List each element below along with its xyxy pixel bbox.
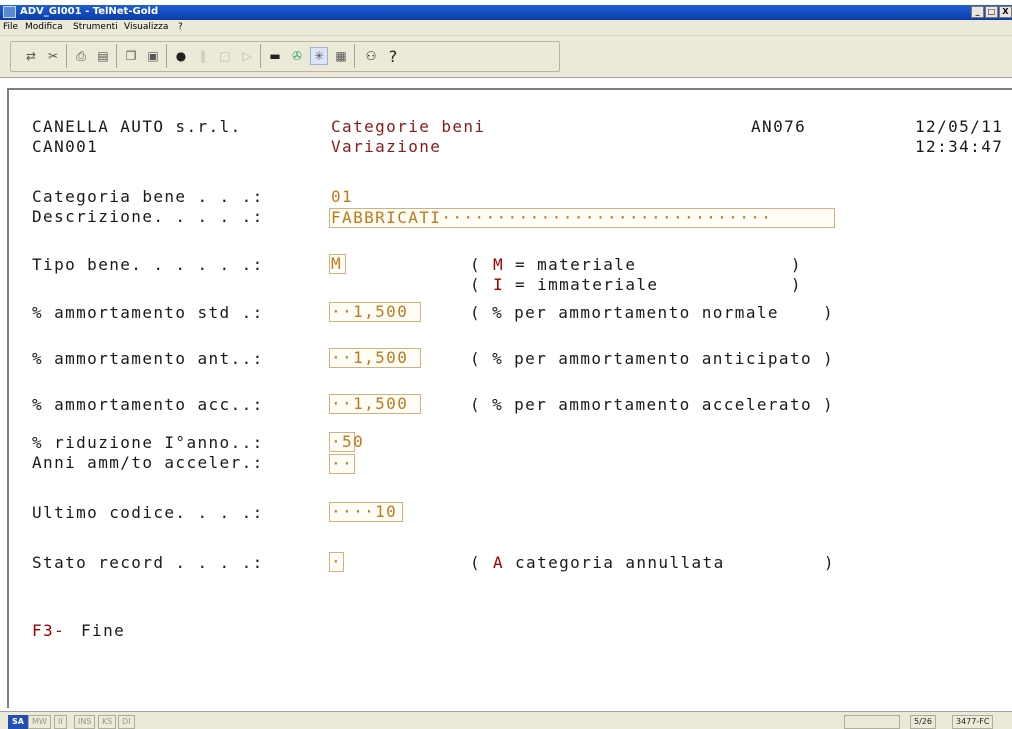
status-sa: SA <box>8 715 28 729</box>
disconnect-icon[interactable]: ✂ <box>44 47 62 65</box>
toolbar-separator <box>354 44 355 68</box>
connect-icon[interactable]: ⇄ <box>22 47 40 65</box>
close-button[interactable]: X <box>999 6 1012 18</box>
tipo-field[interactable]: M <box>329 254 346 274</box>
acc-label: % ammortamento acc..: <box>32 395 264 414</box>
pause-icon[interactable]: ‖ <box>194 47 212 65</box>
ant-hint: ( % per ammortamento anticipato ) <box>470 349 835 368</box>
anni-label: Anni amm/to acceler.: <box>32 453 264 472</box>
toolbar-separator <box>260 44 261 68</box>
maximize-button[interactable]: □ <box>985 6 998 18</box>
app-icon <box>3 6 16 18</box>
ultimo-label: Ultimo codice. . . .: <box>32 503 264 522</box>
company-name: CANELLA AUTO s.r.l. <box>32 117 242 136</box>
tipo-hint2-text: = immateriale ) <box>515 275 802 294</box>
tipo-label: Tipo bene. . . . . .: <box>32 255 264 274</box>
riduzione-label: % riduzione I°anno..: <box>32 433 264 452</box>
f3-label: Fine <box>81 621 126 640</box>
stato-hint-open: ( <box>470 553 482 572</box>
toolbar-separator <box>116 44 117 68</box>
properties-icon[interactable]: ▤ <box>94 47 112 65</box>
user-code: CAN001 <box>32 137 99 156</box>
status-blank <box>844 715 900 729</box>
screen-icon[interactable]: ▬ <box>266 47 284 65</box>
status-ii: II <box>54 715 67 729</box>
categoria-label: Categoria bene . . .: <box>32 187 264 206</box>
std-label: % ammortamento std .: <box>32 303 264 322</box>
screen-title: Categorie beni <box>331 117 486 136</box>
stato-hint-key: A <box>493 553 505 572</box>
acc-field[interactable]: ··1,500 <box>329 394 421 414</box>
ultimo-field[interactable]: ····10 <box>329 502 403 522</box>
play-icon[interactable]: ▷ <box>238 47 256 65</box>
anni-field[interactable]: ·· <box>329 454 355 474</box>
users-icon[interactable]: ⚇ <box>362 47 380 65</box>
stato-label: Stato record . . . .: <box>32 553 264 572</box>
status-mw: MW <box>28 715 51 729</box>
keyboard-icon[interactable]: ▦ <box>332 47 350 65</box>
record-icon[interactable]: ● <box>172 47 190 65</box>
menu-visualizza[interactable]: Visualizza <box>124 22 168 32</box>
window-title: ADV_GI001 - TelNet-Gold <box>20 6 159 17</box>
menu-bar: File Modifica Strumenti Visualizza ? <box>0 20 1012 36</box>
tipo-hint1-text: = materiale ) <box>515 255 802 274</box>
menu-modifica[interactable]: Modifica <box>25 22 63 32</box>
status-page: 5/26 <box>910 715 936 729</box>
screen-mode: Variazione <box>331 137 442 156</box>
tipo-hint1-key: M <box>493 255 505 274</box>
status-code: 3477-FC <box>952 715 994 729</box>
status-ks: KS <box>98 715 117 729</box>
ant-field[interactable]: ··1,500 <box>329 348 421 368</box>
descrizione-field[interactable]: FABBRICATI······························ <box>329 208 835 228</box>
paste-icon[interactable]: ▣ <box>144 47 162 65</box>
categoria-value: 01 <box>331 187 354 206</box>
minimize-button[interactable]: _ <box>971 6 984 18</box>
toolbar: ⇄ ✂ ⎙ ▤ ❐ ▣ ● ‖ □ ▷ ▬ ✇ ✳ ▦ ⚇ ? <box>0 36 1012 78</box>
std-field[interactable]: ··1,500 <box>329 302 421 322</box>
print-icon[interactable]: ⎙ <box>72 47 90 65</box>
toolbar-separator <box>166 44 167 68</box>
stato-field[interactable]: · <box>329 552 344 572</box>
stop-icon[interactable]: □ <box>216 47 234 65</box>
f3-key[interactable]: F3- <box>32 622 65 640</box>
program-code: AN076 <box>751 117 807 136</box>
help-icon[interactable]: ? <box>384 47 402 66</box>
title-bar[interactable]: ADV_GI001 - TelNet-Gold _ □ X <box>0 5 1012 20</box>
std-hint: ( % per ammortamento normale ) <box>470 303 835 322</box>
status-bar: SA MW II INS KS DI 5/26 3477-FC <box>0 711 1012 729</box>
stato-hint-text: categoria annullata ) <box>515 553 835 572</box>
star-icon[interactable]: ✳ <box>310 47 328 65</box>
tipo-hint1-open: ( <box>470 255 482 274</box>
time: 12:34:47 <box>915 137 1004 156</box>
riduzione-field[interactable]: ·50 <box>329 432 363 452</box>
copy-icon[interactable]: ❐ <box>122 47 140 65</box>
date: 12/05/11 <box>915 117 1004 136</box>
macro-icon[interactable]: ✇ <box>288 47 306 65</box>
status-di: DI <box>118 715 135 729</box>
menu-file[interactable]: File <box>3 22 18 32</box>
tipo-hint2-key: I <box>493 275 505 294</box>
menu-help[interactable]: ? <box>178 22 183 32</box>
toolbar-separator <box>66 44 67 68</box>
acc-hint: ( % per ammortamento accelerato ) <box>470 395 835 414</box>
toolbar-frame <box>10 41 560 72</box>
ant-label: % ammortamento ant..: <box>32 349 264 368</box>
terminal-screen[interactable]: CANELLA AUTO s.r.l. CAN001 Categorie ben… <box>7 88 1012 708</box>
status-ins: INS <box>74 715 96 729</box>
tipo-hint2-open: ( <box>470 275 482 294</box>
descrizione-label: Descrizione. . . . .: <box>32 207 264 226</box>
menu-strumenti[interactable]: Strumenti <box>73 22 118 32</box>
